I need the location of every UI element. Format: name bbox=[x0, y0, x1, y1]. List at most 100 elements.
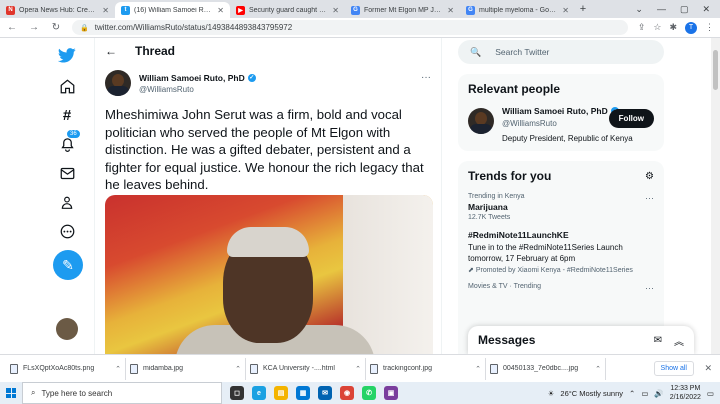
close-tab-icon[interactable]: ✕ bbox=[217, 6, 224, 15]
back-icon[interactable]: ← bbox=[6, 22, 18, 33]
download-item[interactable]: midamba.jpg ⌃ bbox=[126, 357, 246, 380]
trends-title: Trends for you bbox=[468, 169, 552, 183]
close-tab-icon[interactable]: ✕ bbox=[102, 6, 109, 15]
close-tab-icon[interactable]: ✕ bbox=[332, 6, 339, 15]
relevant-name[interactable]: William Samoei Ruto, PhD bbox=[502, 106, 608, 116]
windows-taskbar: ⌕ Type here to search ◻ e ▤ ▦ ✉ ◉ ✆ ▣ ☀ … bbox=[0, 382, 720, 404]
notification-center-icon[interactable]: ▭ bbox=[707, 389, 714, 398]
more-options-icon[interactable]: ··· bbox=[645, 193, 654, 203]
mail-icon[interactable]: ✉ bbox=[318, 386, 332, 400]
taskbar-search-input[interactable]: ⌕ Type here to search bbox=[22, 382, 222, 404]
reload-icon[interactable]: ↻ bbox=[50, 22, 62, 33]
promoted-icon: ⬈ bbox=[468, 267, 474, 274]
profile-person-icon[interactable] bbox=[56, 191, 78, 213]
relevant-people-card: Relevant people William Samoei Ruto, PhD… bbox=[458, 74, 664, 151]
relevant-person[interactable]: William Samoei Ruto, PhD ✓ @WilliamsRuto… bbox=[468, 106, 654, 143]
trend-item[interactable]: Movies & TV · Trending ··· bbox=[468, 283, 654, 293]
browser-tab[interactable]: G Former Mt Elgon MP John Se... ✕ bbox=[345, 2, 460, 18]
minimize-icon[interactable]: — bbox=[657, 4, 666, 15]
chevron-up-icon[interactable]: ⌃ bbox=[475, 365, 481, 373]
file-icon bbox=[10, 363, 18, 374]
twitter-favicon-icon: t bbox=[121, 5, 130, 15]
gear-icon[interactable]: ⚙ bbox=[645, 171, 654, 182]
show-all-button[interactable]: Show all bbox=[653, 361, 694, 376]
close-tab-icon[interactable]: ✕ bbox=[447, 6, 454, 15]
messages-drawer[interactable]: Messages ✉ ︽ bbox=[468, 326, 694, 354]
download-item[interactable]: trackingconf.jpg ⌃ bbox=[366, 357, 486, 380]
lock-icon[interactable]: 🔒 bbox=[80, 24, 89, 32]
compose-tweet-button[interactable]: ✎ bbox=[53, 250, 83, 280]
download-item[interactable]: KCA University -....html ⌃ bbox=[246, 357, 366, 380]
chevron-up-icon[interactable]: ⌃ bbox=[235, 365, 241, 373]
browser-tab[interactable]: ▶ Security guard caught recei... ✕ bbox=[230, 2, 345, 18]
chevron-up-icon[interactable]: ⌃ bbox=[355, 365, 361, 373]
windows-start-button[interactable] bbox=[0, 382, 22, 404]
home-icon[interactable] bbox=[56, 75, 78, 97]
more-circle-icon[interactable] bbox=[56, 220, 78, 242]
tab-search-icon[interactable]: ⌄ bbox=[635, 4, 643, 15]
more-options-icon[interactable]: ··· bbox=[421, 72, 431, 83]
download-item[interactable]: 00450133_7e0dbc....jpg ⌃ bbox=[486, 357, 606, 380]
chevron-up-icon[interactable]: ⌃ bbox=[115, 365, 121, 373]
download-item[interactable]: FLsXQptXoAc80ts.png ⌃ bbox=[6, 357, 126, 380]
follow-button[interactable]: Follow bbox=[608, 109, 654, 128]
tweet-image[interactable] bbox=[105, 195, 433, 354]
download-filename: 00450133_7e0dbc....jpg bbox=[503, 365, 579, 372]
vertical-scrollbar[interactable] bbox=[711, 38, 720, 354]
close-downloads-icon[interactable]: ✕ bbox=[704, 363, 712, 374]
browser-tab-active[interactable]: t (16) William Samoei Ruto, Ph... ✕ bbox=[115, 2, 230, 18]
tab-title: (16) William Samoei Ruto, Ph... bbox=[134, 6, 214, 14]
profile-avatar[interactable]: T bbox=[685, 21, 697, 34]
relevant-avatar[interactable] bbox=[468, 108, 494, 134]
extensions-icon[interactable]: ✱ bbox=[669, 22, 677, 33]
trend-item[interactable]: Trending in Kenya Marijuana 12.7K Tweets… bbox=[468, 193, 654, 221]
downloads-bar: FLsXQptXoAc80ts.png ⌃ midamba.jpg ⌃ KCA … bbox=[0, 354, 720, 382]
task-view-icon[interactable]: ◻ bbox=[230, 386, 244, 400]
weather-text[interactable]: 26°C Mostly sunny bbox=[560, 389, 623, 398]
author-name[interactable]: William Samoei Ruto, PhD bbox=[139, 73, 245, 83]
weather-icon[interactable]: ☀ bbox=[548, 389, 555, 398]
explore-hashtag-icon[interactable]: # bbox=[56, 104, 78, 126]
tray-chevron-icon[interactable]: ⌃ bbox=[629, 389, 635, 398]
back-arrow-icon[interactable]: ← bbox=[105, 44, 117, 58]
bookmark-star-icon[interactable]: ☆ bbox=[653, 22, 661, 33]
browser-tab[interactable]: G multiple myeloma - Google ... ✕ bbox=[460, 2, 575, 18]
maximize-icon[interactable]: ▢ bbox=[680, 4, 689, 15]
close-window-icon[interactable]: ✕ bbox=[702, 4, 710, 15]
clock-date: 2/16/2022 bbox=[669, 394, 701, 401]
file-icon bbox=[130, 363, 138, 374]
address-bar-icons: ⇪ ☆ ✱ T ⋮ bbox=[638, 21, 714, 34]
url-field[interactable]: 🔒 twitter.com/WilliamsRuto/status/149384… bbox=[72, 20, 628, 35]
more-options-icon[interactable]: ··· bbox=[645, 283, 654, 293]
edge-icon[interactable]: e bbox=[252, 386, 266, 400]
chevron-up-icon[interactable]: ⌃ bbox=[595, 365, 601, 373]
menu-kebab-icon[interactable]: ⋮ bbox=[705, 22, 714, 33]
forward-icon[interactable]: → bbox=[28, 22, 40, 33]
messages-envelope-icon[interactable] bbox=[56, 162, 78, 184]
author-handle[interactable]: @WilliamsRuto bbox=[139, 85, 256, 94]
file-explorer-icon[interactable]: ▤ bbox=[274, 386, 288, 400]
whatsapp-icon[interactable]: ✆ bbox=[362, 386, 376, 400]
new-message-icon[interactable]: ✉ bbox=[654, 335, 662, 346]
close-tab-icon[interactable]: ✕ bbox=[562, 6, 569, 15]
volume-icon[interactable]: 🔊 bbox=[654, 389, 663, 398]
photos-icon[interactable]: ▣ bbox=[384, 386, 398, 400]
tab-title: Former Mt Elgon MP John Se... bbox=[364, 6, 443, 14]
author-avatar[interactable] bbox=[105, 70, 131, 96]
clock[interactable]: 12:33 PM 2/16/2022 bbox=[670, 384, 701, 402]
chrome-icon[interactable]: ◉ bbox=[340, 386, 354, 400]
trend-item-promoted[interactable]: #RedmiNote11LaunchKE Tune in to the #Red… bbox=[468, 230, 654, 274]
search-icon: ⌕ bbox=[31, 388, 36, 397]
browser-tab[interactable]: N Opera News Hub: Create, Sh... ✕ bbox=[0, 2, 115, 18]
account-avatar[interactable] bbox=[56, 318, 78, 340]
scrollbar-thumb[interactable] bbox=[713, 50, 718, 90]
search-icon: 🔍 bbox=[470, 46, 482, 57]
expand-chevron-icon[interactable]: ︽ bbox=[674, 333, 684, 348]
store-icon[interactable]: ▦ bbox=[296, 386, 310, 400]
new-tab-icon[interactable]: + bbox=[575, 3, 591, 15]
share-icon[interactable]: ⇪ bbox=[638, 22, 646, 33]
network-icon[interactable]: ▭ bbox=[641, 389, 648, 398]
search-input[interactable]: 🔍 Search Twitter bbox=[458, 40, 664, 64]
twitter-logo-icon[interactable] bbox=[56, 44, 78, 66]
notifications-bell-icon[interactable]: 36 bbox=[56, 129, 81, 155]
